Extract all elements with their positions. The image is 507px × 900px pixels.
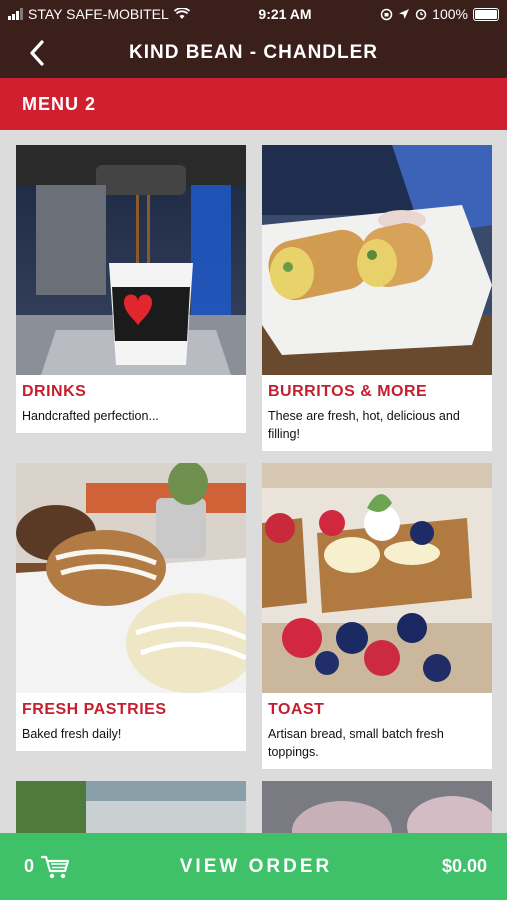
status-left: STAY SAFE-MOBITEL <box>8 6 190 22</box>
drinks-image <box>16 145 246 375</box>
category-card-partial[interactable] <box>262 781 492 833</box>
page-title: KIND BEAN - CHANDLER <box>128 42 379 63</box>
view-order-button[interactable]: VIEW ORDER <box>180 856 332 878</box>
category-card-toast[interactable]: TOAST Artisan bread, small batch fresh t… <box>262 463 492 769</box>
chevron-left-icon <box>30 40 44 66</box>
alarm-icon <box>415 9 427 20</box>
category-grid: DRINKS Handcrafted perfection... BURRITO… <box>0 130 507 833</box>
card-description: These are fresh, hot, delicious and fill… <box>268 409 460 441</box>
cart-summary[interactable]: 0 <box>24 855 70 879</box>
status-right: 100% <box>380 6 499 22</box>
location-icon <box>399 9 410 19</box>
status-bar: STAY SAFE-MOBITEL 9:21 AM 100% <box>0 0 507 28</box>
order-total: $0.00 <box>441 856 487 876</box>
card-text: BURRITOS & MORE These are fresh, hot, de… <box>262 375 492 451</box>
partial-image <box>16 781 246 833</box>
category-card-burritos[interactable]: BURRITOS & MORE These are fresh, hot, de… <box>262 145 492 451</box>
card-text: DRINKS Handcrafted perfection... <box>16 375 246 433</box>
card-title: FRESH PASTRIES <box>22 701 167 718</box>
card-description: Baked fresh daily! <box>22 727 122 741</box>
time-label: 9:21 AM <box>258 6 312 22</box>
toast-image <box>262 463 492 693</box>
menu-header: MENU 2 <box>0 78 507 130</box>
card-description: Handcrafted perfection... <box>22 409 159 423</box>
category-card-partial[interactable] <box>16 781 246 833</box>
wifi-icon <box>173 8 190 19</box>
partial-image <box>262 781 492 833</box>
cart-count: 0 <box>24 856 35 876</box>
card-title: DRINKS <box>22 383 87 400</box>
back-button[interactable] <box>22 38 52 68</box>
battery-label: 100% <box>432 6 468 22</box>
category-card-pastries[interactable]: FRESH PASTRIES Baked fresh daily! <box>16 463 246 751</box>
signal-icon <box>8 8 23 20</box>
carrier-label: STAY SAFE-MOBITEL <box>28 6 169 22</box>
cart-icon <box>41 855 70 878</box>
card-title: TOAST <box>268 701 325 718</box>
nav-bar: KIND BEAN - CHANDLER <box>0 28 507 78</box>
burritos-image <box>262 145 492 375</box>
battery-icon <box>472 7 499 21</box>
pastries-image <box>16 463 246 693</box>
card-text: TOAST Artisan bread, small batch fresh t… <box>262 693 492 769</box>
menu-title: MENU 2 <box>22 93 97 114</box>
card-text: FRESH PASTRIES Baked fresh daily! <box>16 693 246 751</box>
view-order-bar[interactable]: 0 VIEW ORDER $0.00 <box>0 833 507 900</box>
card-description: Artisan bread, small batch fresh topping… <box>268 727 444 759</box>
card-title: BURRITOS & MORE <box>268 383 428 400</box>
category-card-drinks[interactable]: DRINKS Handcrafted perfection... <box>16 145 246 433</box>
rotation-lock-icon <box>380 8 393 20</box>
